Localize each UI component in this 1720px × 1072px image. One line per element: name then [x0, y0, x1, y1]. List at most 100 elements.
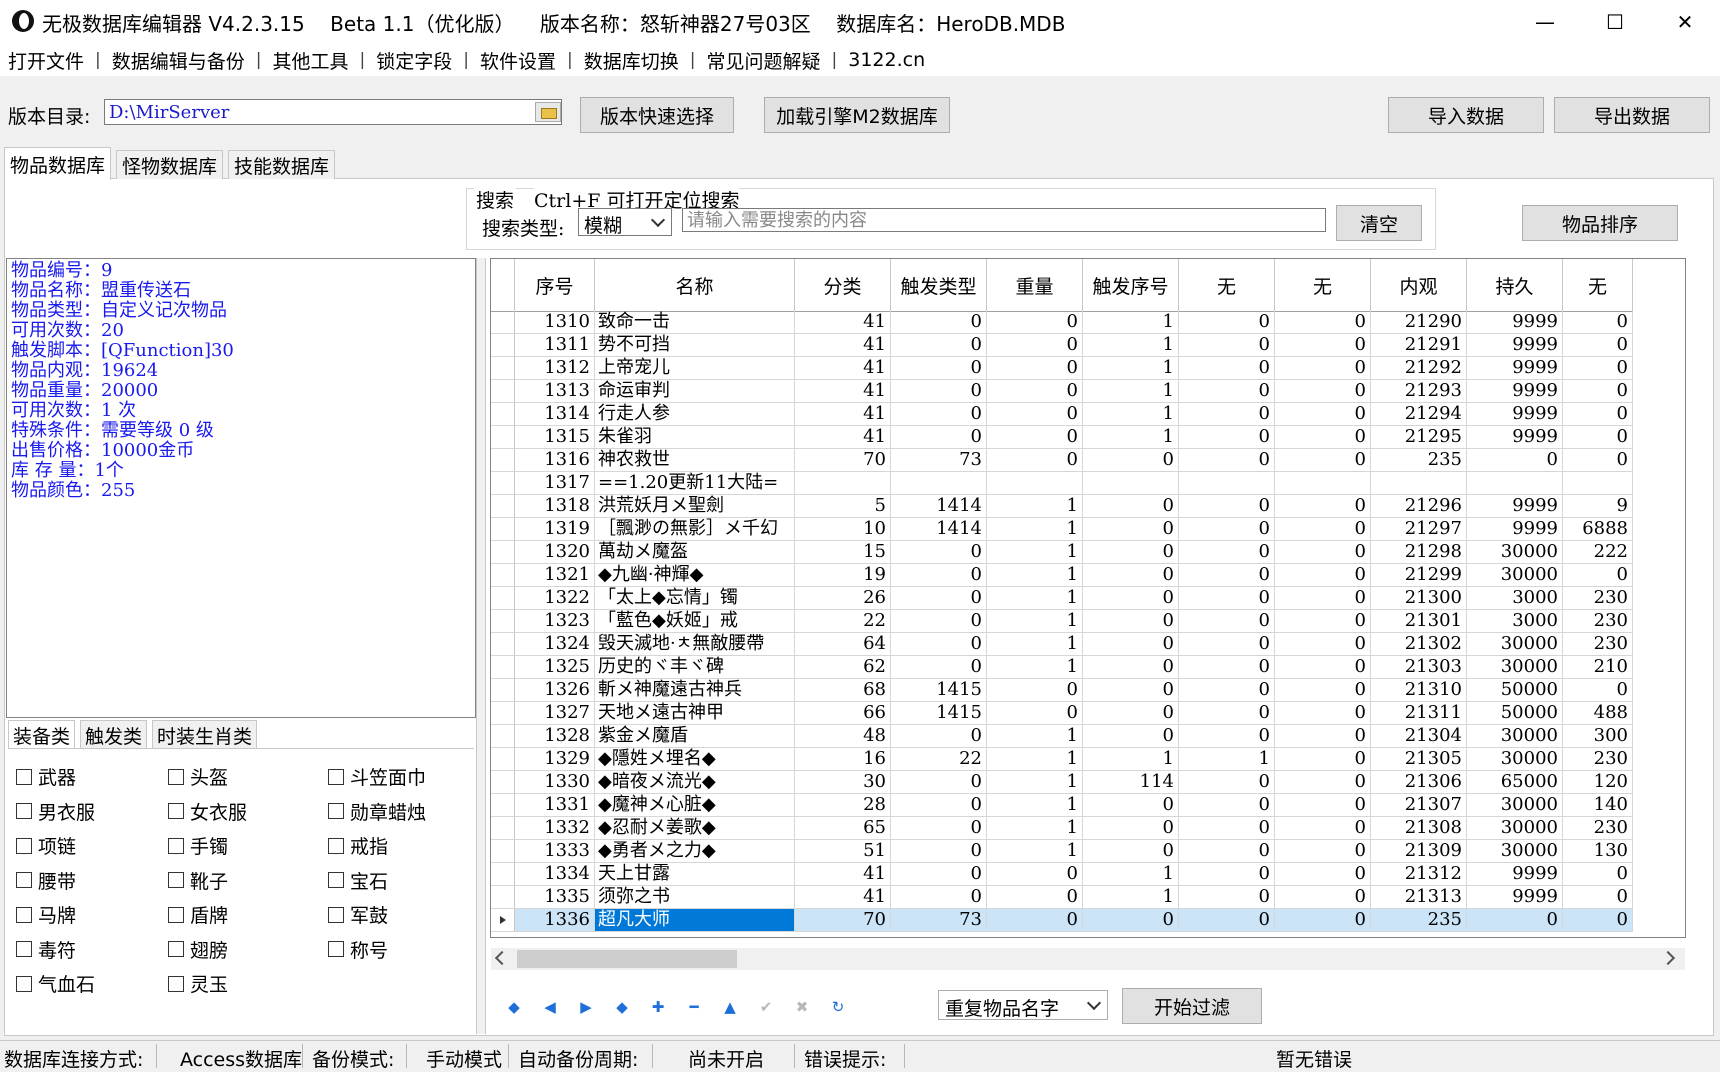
- column-header[interactable]: 无: [1179, 259, 1275, 311]
- table-cell[interactable]: 120: [1563, 771, 1633, 794]
- row-indicator[interactable]: [491, 518, 515, 541]
- table-cell[interactable]: 21290: [1371, 311, 1467, 334]
- export-data-button[interactable]: 导出数据: [1554, 97, 1710, 133]
- quick-select-button[interactable]: 版本快速选择: [580, 97, 734, 133]
- table-cell[interactable]: [1179, 472, 1275, 495]
- table-cell[interactable]: 21312: [1371, 863, 1467, 886]
- table-cell[interactable]: 65000: [1467, 771, 1563, 794]
- row-indicator[interactable]: [491, 771, 515, 794]
- column-header[interactable]: 内观: [1371, 259, 1467, 311]
- checkbox-box[interactable]: [16, 837, 32, 854]
- tab-equipment[interactable]: 装备类: [8, 720, 76, 749]
- table-cell[interactable]: 21310: [1371, 679, 1467, 702]
- table-cell[interactable]: 1: [987, 817, 1083, 840]
- table-cell[interactable]: 1331: [515, 794, 595, 817]
- item-sort-button[interactable]: 物品排序: [1522, 205, 1678, 241]
- table-cell[interactable]: 1: [1083, 403, 1179, 426]
- table-cell[interactable]: 50000: [1467, 702, 1563, 725]
- table-cell[interactable]: 0: [891, 334, 987, 357]
- table-cell[interactable]: 0: [1179, 564, 1275, 587]
- table-cell[interactable]: 26: [795, 587, 891, 610]
- table-cell[interactable]: 21313: [1371, 886, 1467, 909]
- table-cell[interactable]: 41: [795, 863, 891, 886]
- table-cell[interactable]: [891, 472, 987, 495]
- checkbox-box[interactable]: [168, 906, 184, 923]
- table-cell[interactable]: 1321: [515, 564, 595, 587]
- table-cell[interactable]: 1315: [515, 426, 595, 449]
- category-checkbox[interactable]: 灵玉: [168, 970, 228, 997]
- table-cell[interactable]: 0: [1083, 840, 1179, 863]
- table-cell[interactable]: 222: [1563, 541, 1633, 564]
- table-cell[interactable]: 0: [987, 426, 1083, 449]
- table-cell[interactable]: 19: [795, 564, 891, 587]
- tab-monster-db[interactable]: 怪物数据库: [116, 150, 224, 179]
- menu-item[interactable]: 3122.cn: [840, 49, 933, 71]
- category-checkbox[interactable]: 靴子: [168, 867, 228, 894]
- table-cell[interactable]: 9999: [1467, 495, 1563, 518]
- table-row[interactable]: 1313 命运审判 41 0 0 1 0 0 21293 9999 0: [491, 380, 1633, 403]
- item-name-cell[interactable]: 朱雀羽: [595, 426, 795, 449]
- table-cell[interactable]: 0: [1083, 702, 1179, 725]
- menu-item[interactable]: 常见问题解疑: [699, 47, 829, 74]
- table-cell[interactable]: 1312: [515, 357, 595, 380]
- table-cell[interactable]: 0: [1179, 449, 1275, 472]
- table-cell[interactable]: 0: [1275, 380, 1371, 403]
- table-cell[interactable]: 0: [1275, 679, 1371, 702]
- item-name-cell[interactable]: 历史的ヾ丰ヾ碑: [595, 656, 795, 679]
- item-name-cell[interactable]: 上帝宠儿: [595, 357, 795, 380]
- checkbox-box[interactable]: [168, 975, 184, 992]
- table-cell[interactable]: 9999: [1467, 863, 1563, 886]
- table-cell[interactable]: 1415: [891, 702, 987, 725]
- table-cell[interactable]: 0: [1563, 403, 1633, 426]
- item-name-cell[interactable]: 神农救世: [595, 449, 795, 472]
- scroll-right-icon[interactable]: [1660, 950, 1676, 966]
- table-cell[interactable]: 0: [1275, 794, 1371, 817]
- table-cell[interactable]: 0: [891, 426, 987, 449]
- category-checkbox[interactable]: 戒指: [328, 832, 388, 859]
- table-row[interactable]: 1314 行走人参 41 0 0 1 0 0 21294 9999 0: [491, 403, 1633, 426]
- table-cell[interactable]: 9999: [1467, 518, 1563, 541]
- item-name-cell[interactable]: 势不可挡: [595, 334, 795, 357]
- table-cell[interactable]: 0: [1179, 909, 1275, 932]
- table-cell[interactable]: 0: [1563, 380, 1633, 403]
- checkbox-box[interactable]: [16, 803, 32, 819]
- table-cell[interactable]: [1371, 472, 1467, 495]
- table-cell[interactable]: 21298: [1371, 541, 1467, 564]
- scroll-thumb[interactable]: [517, 950, 737, 968]
- search-input[interactable]: [682, 208, 1326, 232]
- table-cell[interactable]: 1332: [515, 817, 595, 840]
- table-cell[interactable]: 0: [891, 840, 987, 863]
- table-cell[interactable]: 0: [891, 541, 987, 564]
- table-cell[interactable]: 0: [1083, 587, 1179, 610]
- table-cell[interactable]: 0: [1563, 449, 1633, 472]
- item-name-cell[interactable]: 洪荒妖月メ聖劍: [595, 495, 795, 518]
- row-indicator[interactable]: [491, 541, 515, 564]
- table-cell[interactable]: 0: [987, 909, 1083, 932]
- table-cell[interactable]: 230: [1563, 633, 1633, 656]
- category-checkbox[interactable]: 项链: [16, 832, 76, 859]
- table-cell[interactable]: 0: [1563, 357, 1633, 380]
- table-cell[interactable]: 0: [891, 817, 987, 840]
- category-checkbox[interactable]: 盾牌: [168, 901, 228, 928]
- table-cell[interactable]: 0: [987, 679, 1083, 702]
- row-indicator[interactable]: [491, 380, 515, 403]
- table-cell[interactable]: 0: [1179, 311, 1275, 334]
- category-checkbox[interactable]: 武器: [16, 763, 76, 790]
- table-cell[interactable]: [1275, 472, 1371, 495]
- table-row[interactable]: 1316 神农救世 70 73 0 0 0 0 235 0 0: [491, 449, 1633, 472]
- table-cell[interactable]: 10: [795, 518, 891, 541]
- table-cell[interactable]: 0: [1179, 817, 1275, 840]
- table-cell[interactable]: [1467, 472, 1563, 495]
- table-cell[interactable]: 0: [1083, 564, 1179, 587]
- category-checkbox[interactable]: 气血石: [16, 970, 95, 997]
- table-cell[interactable]: 0: [987, 357, 1083, 380]
- table-cell[interactable]: 1328: [515, 725, 595, 748]
- table-cell[interactable]: 41: [795, 334, 891, 357]
- row-indicator[interactable]: [491, 679, 515, 702]
- checkbox-box[interactable]: [16, 941, 32, 957]
- table-cell[interactable]: [1083, 472, 1179, 495]
- table-cell[interactable]: 1: [1083, 748, 1179, 771]
- table-cell[interactable]: 30000: [1467, 656, 1563, 679]
- table-cell[interactable]: 1: [1083, 863, 1179, 886]
- table-cell[interactable]: 1: [1083, 311, 1179, 334]
